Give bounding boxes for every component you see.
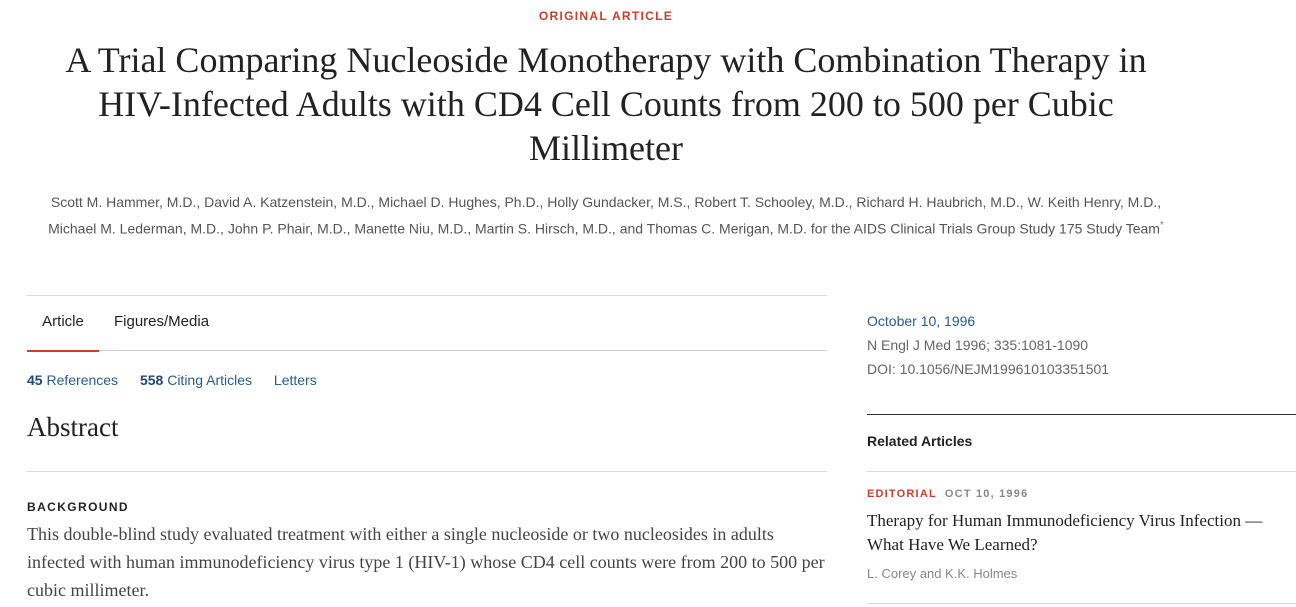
related-divider <box>867 471 1296 472</box>
related-item-title-link[interactable]: Therapy for Human Immunodeficiency Virus… <box>867 509 1292 557</box>
doi: DOI: 10.1056/NEJM199610103351501 <box>867 361 1110 377</box>
sidebar-divider <box>867 414 1296 415</box>
references-link[interactable]: 45 References <box>27 372 118 388</box>
related-item-type: EDITORIAL <box>867 488 937 500</box>
citing-articles-link[interactable]: 558 Citing Articles <box>140 372 252 388</box>
authors-text: Scott M. Hammer, M.D., David A. Katzenst… <box>48 194 1162 237</box>
citing-label: Citing Articles <box>167 372 253 388</box>
article-links: 45 References 558 Citing Articles Letter… <box>27 372 335 388</box>
article-title: A Trial Comparing Nucleoside Monotherapy… <box>65 40 1147 168</box>
tab-article[interactable]: Article <box>27 296 99 352</box>
article-type-kicker: ORIGINAL ARTICLE <box>538 9 674 23</box>
publication-date[interactable]: October 10, 1996 <box>867 313 975 329</box>
references-label: References <box>46 372 119 388</box>
related-item-date: OCT 10, 1996 <box>944 488 1029 500</box>
citing-count: 558 <box>139 372 164 388</box>
background-label: BACKGROUND <box>27 500 129 514</box>
journal-citation: N Engl J Med 1996; 335:1081-1090 <box>867 337 1089 353</box>
author-list: Scott M. Hammer, M.D., David A. Katzenst… <box>26 190 1186 241</box>
references-count: 45 <box>27 372 43 388</box>
background-text: This double-blind study evaluated treatm… <box>27 524 825 600</box>
article-tabs: Article Figures/Media <box>27 296 827 352</box>
related-bottom-divider <box>867 603 1296 604</box>
related-item-authors: L. Corey and K.K. Holmes <box>867 566 1018 581</box>
letters-link[interactable]: Letters <box>274 372 317 388</box>
related-articles-heading: Related Articles <box>867 433 973 449</box>
abstract-heading: Abstract <box>27 412 119 442</box>
abstract-divider <box>27 471 827 472</box>
authors-footnote-marker[interactable]: * <box>1160 220 1164 231</box>
related-item-kicker: EDITORIAL OCT 10, 1996 <box>867 488 1028 500</box>
tab-figures-media[interactable]: Figures/Media <box>114 296 209 350</box>
